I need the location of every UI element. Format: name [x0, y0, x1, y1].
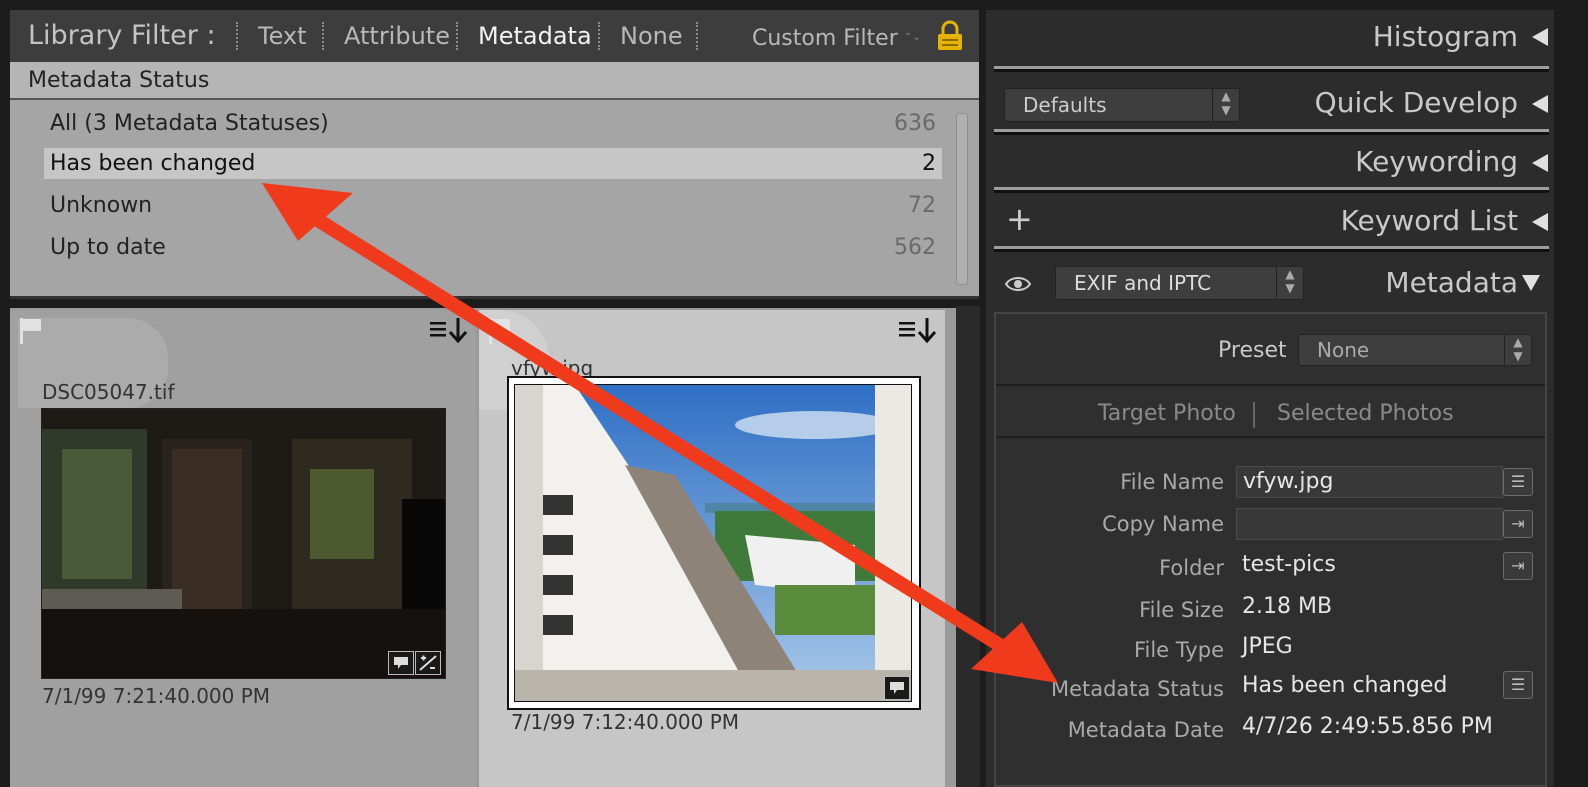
photo-thumbnail[interactable]: [514, 384, 912, 702]
list-item-count: 2: [922, 151, 936, 176]
target-photo-toggle[interactable]: Target Photo: [1098, 401, 1236, 426]
divider: [996, 436, 1545, 438]
list-item-label: Up to date: [50, 235, 166, 260]
cell-date: 7/1/99 7:21:40.000 PM: [42, 684, 271, 708]
select-arrows-icon: ▲ ▼: [1504, 335, 1531, 365]
metadata-panel-header[interactable]: Metadata: [1385, 266, 1518, 299]
arrow-right-icon[interactable]: ⇥: [1503, 552, 1533, 580]
list-item-count: 72: [908, 193, 936, 218]
field-label-copy-name: Copy Name: [1102, 512, 1224, 536]
list-item-label: All (3 Metadata Statuses): [50, 111, 329, 136]
select-value: EXIF and IPTC: [1074, 271, 1212, 295]
panel-divider: [994, 66, 1549, 69]
metadata-status-column-header: Metadata Status: [10, 62, 979, 100]
custom-filter-select[interactable]: Custom Filter: [752, 26, 898, 51]
collapse-triangle-icon[interactable]: [1532, 213, 1548, 231]
sort-menu-icon[interactable]: [899, 316, 941, 346]
lock-icon[interactable]: [936, 20, 964, 52]
list-scrollbar[interactable]: [956, 113, 968, 285]
field-label-folder: Folder: [1159, 556, 1224, 580]
list-item-count: 562: [894, 235, 936, 260]
select-value: Defaults: [1023, 93, 1107, 117]
list-item[interactable]: Unknown 72: [44, 190, 942, 221]
field-label-file-name: File Name: [1120, 470, 1224, 494]
tab-text[interactable]: Text: [258, 22, 307, 50]
tab-metadata[interactable]: Metadata: [478, 22, 592, 50]
file-size-value: 2.18 MB: [1242, 594, 1333, 619]
panel-divider: [994, 246, 1549, 249]
metadata-status-header-label: Metadata Status: [28, 68, 210, 93]
list-icon[interactable]: ☰: [1503, 671, 1533, 699]
histogram-panel-header[interactable]: Histogram: [1373, 20, 1518, 53]
cell-filename: DSC05047.tif: [42, 380, 175, 404]
quick-develop-panel-header[interactable]: Quick Develop: [1315, 86, 1518, 119]
tab-none[interactable]: None: [620, 22, 683, 50]
metadata-view-select[interactable]: EXIF and IPTC ▲ ▼: [1055, 266, 1304, 300]
collapse-triangle-icon[interactable]: [1532, 28, 1548, 46]
list-item-selected[interactable]: Has been changed 2: [44, 148, 942, 179]
photo-thumbnail[interactable]: [41, 408, 446, 679]
expand-triangle-icon[interactable]: [1522, 275, 1540, 291]
separator: [598, 22, 600, 50]
list-item[interactable]: Up to date 562: [44, 232, 942, 263]
panel-divider: [994, 187, 1549, 190]
sort-menu-icon[interactable]: [430, 316, 472, 346]
custom-filter-arrows: ⌃⌄: [904, 32, 921, 43]
collapse-triangle-icon[interactable]: [1532, 154, 1548, 172]
file-name-field[interactable]: vfyw.jpg: [1236, 466, 1503, 498]
tab-attribute[interactable]: Attribute: [344, 22, 450, 50]
metadata-date-value: 4/7/26 2:49:55.856 PM: [1242, 714, 1493, 739]
selected-photos-toggle[interactable]: Selected Photos: [1277, 401, 1454, 426]
list-item-count: 636: [894, 111, 936, 136]
library-filter-bar: Library Filter : Text Attribute Metadata…: [10, 10, 979, 64]
keyword-list-panel-header[interactable]: Keyword List: [1341, 204, 1518, 237]
list-item-label: Unknown: [50, 193, 153, 218]
metadata-preset-select[interactable]: None ▲ ▼: [1298, 334, 1532, 366]
field-label-file-type: File Type: [1133, 638, 1224, 662]
keywording-panel-header[interactable]: Keywording: [1355, 145, 1518, 178]
list-item[interactable]: All (3 Metadata Statuses) 636: [44, 108, 942, 139]
comment-badge-icon: [388, 651, 414, 675]
comment-badge-icon: [884, 676, 910, 700]
grid-scrollbar[interactable]: [956, 306, 980, 787]
grid-cell[interactable]: DSC05047.tif 7/1/99 7:21:40.000 PM: [10, 310, 476, 787]
select-arrows-icon: ▲ ▼: [1212, 89, 1239, 121]
field-label-metadata-status: Metadata Status: [1050, 677, 1224, 701]
file-type-value: JPEG: [1242, 634, 1293, 659]
field-label-file-size: File Size: [1139, 598, 1224, 622]
library-filter-title: Library Filter :: [28, 20, 216, 51]
list-icon[interactable]: ☰: [1503, 468, 1533, 496]
eye-icon[interactable]: [1004, 272, 1032, 296]
metadata-status-list: All (3 Metadata Statuses) 636 Has been c…: [10, 100, 979, 299]
separator: [696, 22, 698, 50]
separator: [322, 22, 324, 50]
folder-value: test-pics: [1242, 552, 1336, 577]
arrow-right-icon[interactable]: ⇥: [1503, 510, 1533, 538]
add-keyword-set-button[interactable]: +: [1006, 200, 1033, 238]
list-item-label: Has been changed: [50, 151, 256, 176]
metadata-status-value: Has been changed: [1242, 673, 1448, 698]
preset-label: Preset: [1218, 338, 1287, 363]
select-value: None: [1317, 338, 1370, 362]
field-label-metadata-date: Metadata Date: [1067, 718, 1224, 742]
quick-develop-preset-select[interactable]: Defaults ▲ ▼: [1004, 88, 1240, 122]
cell-date: 7/1/99 7:12:40.000 PM: [511, 710, 740, 734]
grid-cell-selected[interactable]: vfyw.jpg 7/1/99 7:12:40.000 PM: [479, 310, 945, 787]
select-arrows-icon: ▲ ▼: [1276, 267, 1303, 299]
separator: [1253, 402, 1255, 428]
divider: [996, 384, 1545, 386]
collapse-triangle-icon[interactable]: [1532, 95, 1548, 113]
separator: [236, 22, 238, 50]
panel-divider: [994, 129, 1549, 132]
separator: [456, 22, 458, 50]
field-value: vfyw.jpg: [1243, 469, 1334, 494]
develop-badge-icon: [415, 651, 441, 675]
copy-name-field[interactable]: [1236, 508, 1503, 540]
